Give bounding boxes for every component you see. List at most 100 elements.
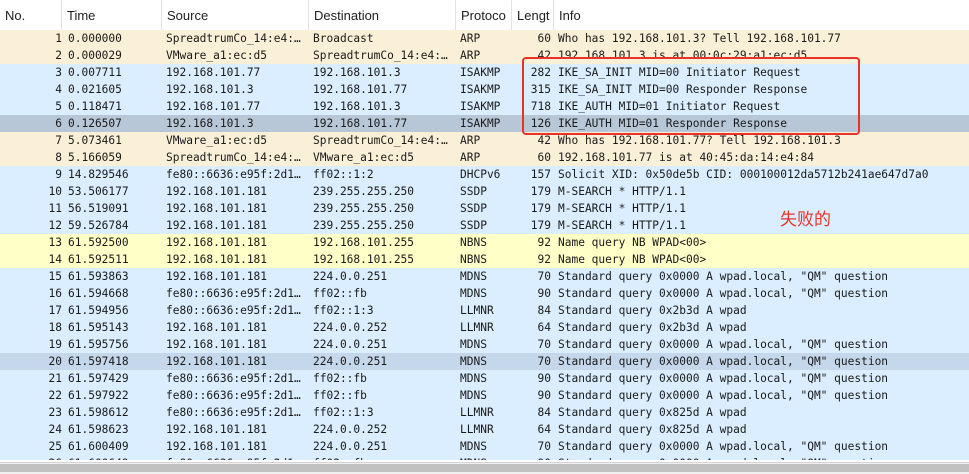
cell-no: 12: [48, 219, 62, 232]
cell-no: 15: [48, 270, 62, 283]
cell-time: 61.595143: [68, 321, 129, 334]
cell-no: 26: [0, 455, 62, 460]
packet-row[interactable]: 18 61.595143 192.168.101.181 224.0.0.252 LLM…: [0, 319, 969, 336]
packet-row[interactable]: 23 61.598612 fe80::6636:e95f:2d1… ff02::1:3…: [0, 404, 969, 421]
cell-time: 14.829546: [68, 168, 129, 181]
cell-source: fe80::6636:e95f:2d1…: [166, 389, 301, 402]
cell-info: Standard query 0x0000 A wpad.local, "QM"…: [558, 355, 889, 368]
cell-info: Standard query 0x0000 A wpad.local, "QM"…: [558, 270, 889, 283]
cell-info: Solicit XID: 0x50de5b CID: 000100012da57…: [558, 168, 929, 181]
cell-no: 21: [48, 372, 62, 385]
cell-protocol: NBNS: [460, 236, 487, 249]
scrollbar-thumb[interactable]: [0, 464, 969, 472]
cell-protocol: MDNS: [460, 440, 487, 453]
cell-no: 16: [48, 287, 62, 300]
cell-destination: VMware_a1:ec:d5: [313, 151, 415, 164]
packet-row[interactable]: 21 61.597429 fe80::6636:e95f:2d1… ff02::fb M…: [0, 370, 969, 387]
cell-length: 90: [537, 389, 551, 402]
cell-time: 61.594956: [68, 304, 129, 317]
cell-source: 192.168.101.77: [166, 100, 261, 113]
packet-row[interactable]: 26 61.600649 fe80::6636:e95f:2d1… ff02::fb M…: [0, 455, 969, 460]
cell-destination: 224.0.0.251: [313, 355, 388, 368]
cell-destination: 192.168.101.255: [313, 253, 415, 266]
horizontal-scrollbar[interactable]: [0, 462, 969, 474]
packet-row[interactable]: 25 61.600409 192.168.101.181 224.0.0.251 MDN…: [0, 438, 969, 455]
cell-protocol: MDNS: [460, 372, 487, 385]
cell-time: 56.519091: [68, 202, 129, 215]
cell-info: Who has 192.168.101.3? Tell 192.168.101.…: [558, 32, 841, 45]
cell-info: Standard query 0x0000 A wpad.local, "QM"…: [558, 389, 889, 402]
cell-time: 0.118471: [68, 100, 122, 113]
cell-time: 59.526784: [68, 219, 129, 232]
cell-destination: ff02::1:3: [313, 304, 374, 317]
cell-length: 90: [537, 372, 551, 385]
cell-time: 61.600649: [68, 455, 162, 460]
cell-destination: 192.168.101.77: [313, 117, 408, 130]
packet-row[interactable]: 14 61.592511 192.168.101.181 192.168.101.25…: [0, 251, 969, 268]
cell-source: 192.168.101.181: [166, 321, 268, 334]
packet-row[interactable]: 8 5.166059 SpreadtrumCo_14:e4:… VMware_a1:e…: [0, 149, 969, 166]
cell-protocol: ISAKMP: [460, 66, 501, 79]
cell-length: 179: [530, 185, 551, 198]
cell-length: 60: [537, 151, 551, 164]
cell-protocol: ISAKMP: [460, 83, 501, 96]
cell-destination: ff02::1:2: [313, 168, 374, 181]
cell-destination: ff02::fb: [313, 389, 367, 402]
cell-info: M-SEARCH * HTTP/1.1: [558, 219, 686, 232]
cell-length: 64: [537, 321, 551, 334]
cell-source: 192.168.101.77: [166, 66, 261, 79]
packet-row[interactable]: 15 61.593863 192.168.101.181 224.0.0.251 MDN…: [0, 268, 969, 285]
cell-destination: ff02::fb: [313, 372, 367, 385]
packet-row[interactable]: 24 61.598623 192.168.101.181 224.0.0.252 LLM…: [0, 421, 969, 438]
cell-destination: SpreadtrumCo_14:e4:…: [313, 134, 448, 147]
cell-protocol: SSDP: [460, 202, 487, 215]
packet-row[interactable]: 17 61.594956 fe80::6636:e95f:2d1… ff02::1:3…: [0, 302, 969, 319]
cell-destination: 224.0.0.251: [313, 338, 388, 351]
cell-no: 1: [55, 32, 62, 45]
cell-length: 179: [530, 202, 551, 215]
cell-time: 0.007711: [68, 66, 122, 79]
cell-no: 14: [48, 253, 62, 266]
cell-protocol: ISAKMP: [460, 117, 501, 130]
cell-no: 19: [48, 338, 62, 351]
cell-destination: 192.168.101.3: [313, 100, 401, 113]
cell-protocol: LLMNR: [460, 304, 494, 317]
cell-time: 61.593863: [68, 270, 129, 283]
cell-source: fe80::6636:e95f:2d1…: [166, 287, 301, 300]
packet-row[interactable]: 13 61.592500 192.168.101.181 192.168.101.25…: [0, 234, 969, 251]
cell-time: 0.000000: [68, 32, 122, 45]
cell-info: Name query NB WPAD<00>: [558, 253, 707, 266]
cell-destination: 224.0.0.252: [313, 321, 388, 334]
cell-time: 0.021605: [68, 83, 122, 96]
packet-row[interactable]: 20 61.597418 192.168.101.181 224.0.0.251 MDN…: [0, 353, 969, 370]
cell-no: 18: [48, 321, 62, 334]
packet-row[interactable]: 22 61.597922 fe80::6636:e95f:2d1… ff02::fb M…: [0, 387, 969, 404]
cell-source: 192.168.101.3: [166, 117, 254, 130]
cell-protocol: MDNS: [460, 287, 487, 300]
cell-info: M-SEARCH * HTTP/1.1: [558, 202, 686, 215]
cell-protocol: MDNS: [460, 270, 487, 283]
cell-info: Standard query 0x825d A wpad: [558, 406, 747, 419]
cell-protocol: MDNS: [460, 338, 487, 351]
cell-time: 61.597418: [68, 355, 129, 368]
packet-row[interactable]: 19 61.595756 192.168.101.181 224.0.0.251 MDN…: [0, 336, 969, 353]
cell-source: 192.168.101.181: [166, 440, 268, 453]
packet-row[interactable]: 1 0.000000 SpreadtrumCo_14:e4:… Broadcast AR…: [0, 30, 969, 47]
cell-length: 179: [530, 219, 551, 232]
cell-source: VMware_a1:ec:d5: [166, 49, 268, 62]
cell-protocol: LLMNR: [460, 423, 494, 436]
packet-row[interactable]: 9 14.829546 fe80::6636:e95f:2d1… ff02::1:2 D…: [0, 166, 969, 183]
packet-list-pane: No. Time Source Destination Protoco Leng…: [0, 0, 969, 474]
cell-time: 61.597922: [68, 389, 129, 402]
cell-no: 6: [55, 117, 62, 130]
cell-protocol: ARP: [460, 49, 481, 62]
cell-no: 13: [48, 236, 62, 249]
cell-info: Name query NB WPAD<00>: [558, 236, 707, 249]
packet-row[interactable]: 16 61.594668 fe80::6636:e95f:2d1… ff02::fb M…: [0, 285, 969, 302]
cell-source: fe80::6636:e95f:2d1…: [166, 304, 301, 317]
packet-row[interactable]: 10 53.506177 192.168.101.181 239.255.255.25…: [0, 183, 969, 200]
cell-no: 10: [48, 185, 62, 198]
cell-info: Standard query 0x825d A wpad: [558, 423, 747, 436]
cell-time: 61.598612: [68, 406, 129, 419]
cell-destination: 224.0.0.251: [313, 270, 388, 283]
